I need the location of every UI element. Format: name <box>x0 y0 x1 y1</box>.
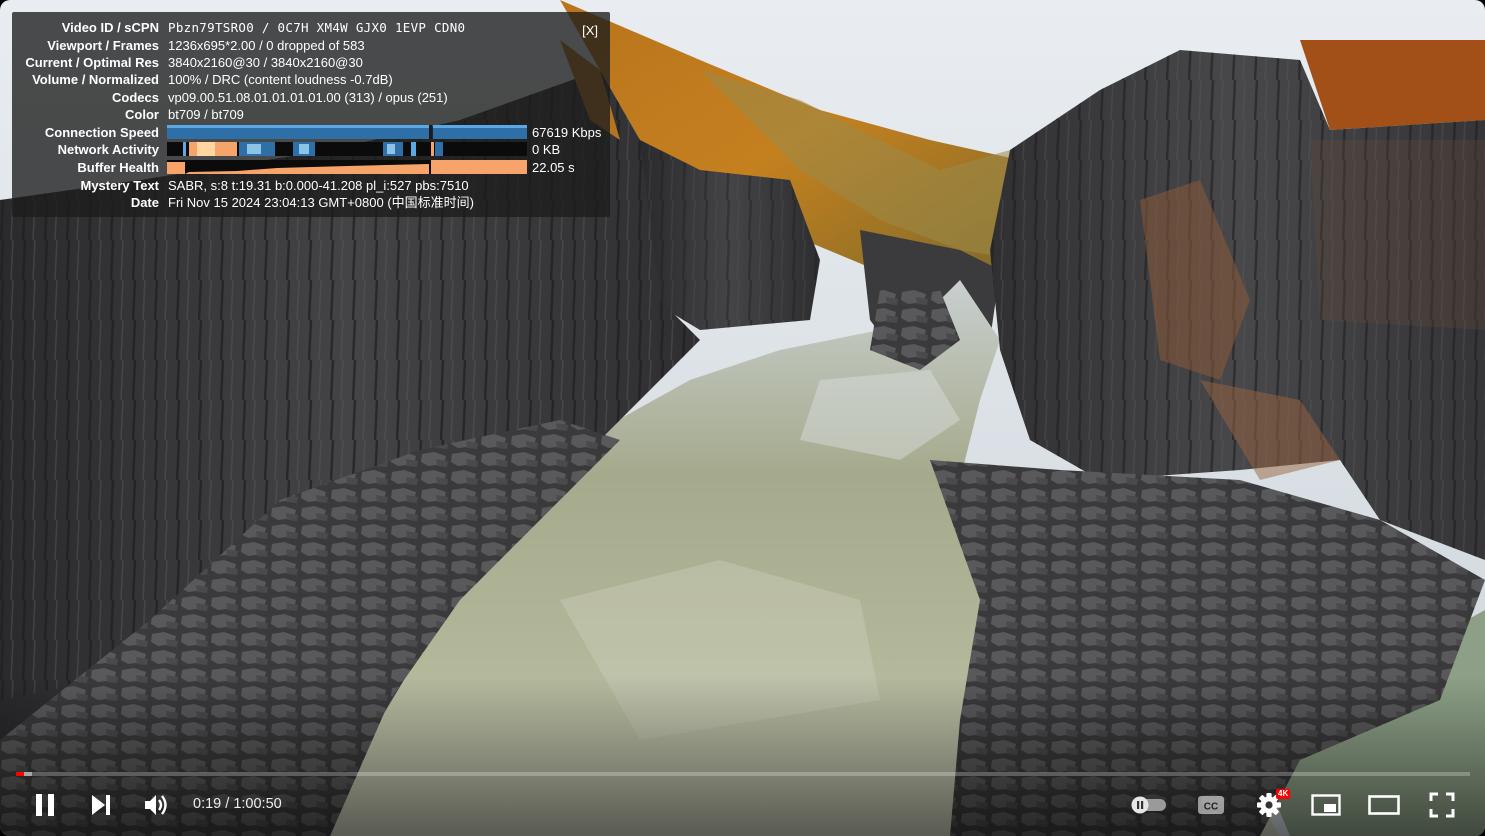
stats-label: Connection Speed <box>44 124 159 140</box>
mute-button[interactable] <box>138 786 176 824</box>
pause-icon <box>36 794 54 816</box>
stats-value: 100% / DRC (content loudness -0.7dB) <box>168 72 393 87</box>
network-activity-graph <box>167 142 527 156</box>
current-time: 0:19 <box>193 796 222 812</box>
stats-row-buffer-health: Buffer Health 22.05 s <box>12 159 610 177</box>
svg-text:CC: CC <box>1204 802 1218 813</box>
stats-label: Codecs <box>112 89 159 105</box>
volume-icon <box>145 795 167 815</box>
fullscreen-button[interactable] <box>1422 786 1462 824</box>
stats-row-mystery-text: Mystery Text SABR, s:8 t:19.31 b:0.000-4… <box>12 177 610 195</box>
stats-value: vp09.00.51.08.01.01.01.01.00 (313) / opu… <box>168 89 448 105</box>
buffer-health-graph <box>167 160 527 174</box>
progress-bar[interactable] <box>16 772 1470 776</box>
stats-value: Fri Nov 15 2024 23:04:13 GMT+0800 (中国标准时… <box>168 195 474 210</box>
progress-played <box>16 772 24 776</box>
theater-mode-button[interactable] <box>1362 786 1406 824</box>
stats-label: Date <box>130 195 159 210</box>
quality-badge: 4K <box>1276 789 1291 799</box>
stats-for-nerds-panel: [X] Video ID / sCPN Pbzn79TSRO0 / 0C7H X… <box>12 12 610 217</box>
pause-button[interactable] <box>26 786 64 824</box>
video-player[interactable]: [X] Video ID / sCPN Pbzn79TSRO0 / 0C7H X… <box>0 0 1485 836</box>
stats-label: Color <box>125 107 159 122</box>
captions-icon: CC <box>1198 796 1224 814</box>
next-button[interactable] <box>82 786 120 824</box>
stats-row-date: Date Fri Nov 15 2024 23:04:13 GMT+0800 (… <box>12 194 610 212</box>
stats-label: Network Activity <box>57 142 159 157</box>
stats-value: bt709 / bt709 <box>168 107 244 122</box>
autoplay-toggle[interactable] <box>1126 786 1170 824</box>
theater-mode-icon <box>1368 795 1400 815</box>
stats-label: Viewport / Frames <box>47 37 159 53</box>
network-activity-value: 0 KB <box>532 142 561 157</box>
buffer-health-value: 22.05 s <box>532 160 575 175</box>
stats-label: Volume / Normalized <box>32 72 159 87</box>
autoplay-toggle-icon <box>1131 796 1166 814</box>
stats-label: Buffer Health <box>77 160 159 175</box>
time-separator: / <box>221 796 234 812</box>
stats-value: Pbzn79TSRO0 / 0C7H XM4W GJX0 1EVP CDN0 <box>168 20 466 35</box>
duration: 1:00:50 <box>233 796 282 812</box>
stats-value: 1236x695*2.00 / 0 dropped of 583 <box>168 37 365 53</box>
stats-label: Video ID / sCPN <box>61 20 159 35</box>
connection-speed-graph <box>167 124 527 139</box>
next-icon <box>92 795 110 815</box>
connection-speed-value: 67619 Kbps <box>532 124 602 140</box>
stats-row-color: Color bt709 / bt709 <box>12 106 610 124</box>
time-display: 0:19 / 1:00:50 <box>193 796 282 812</box>
stats-row-viewport: Viewport / Frames 1236x695*2.00 / 0 drop… <box>12 37 610 55</box>
stats-row-resolution: Current / Optimal Res 3840x2160@30 / 384… <box>12 54 610 72</box>
stats-row-video-id: Video ID / sCPN Pbzn79TSRO0 / 0C7H XM4W … <box>12 19 610 37</box>
miniplayer-button[interactable] <box>1306 786 1346 824</box>
stats-row-codecs: Codecs vp09.00.51.08.01.01.01.01.00 (313… <box>12 89 610 107</box>
stats-row-connection-speed: Connection Speed 67619 Kbps <box>12 124 610 142</box>
stats-label: Mystery Text <box>80 177 159 193</box>
stats-row-volume: Volume / Normalized 100% / DRC (content … <box>12 71 610 89</box>
miniplayer-icon <box>1311 794 1341 816</box>
captions-button[interactable]: CC <box>1192 786 1230 824</box>
stats-row-network-activity: Network Activity 0 KB <box>12 141 610 159</box>
stats-value: 3840x2160@30 / 3840x2160@30 <box>168 55 363 70</box>
fullscreen-icon <box>1429 792 1455 818</box>
stats-value: SABR, s:8 t:19.31 b:0.000-41.208 pl_i:52… <box>168 177 469 193</box>
stats-label: Current / Optimal Res <box>25 55 159 70</box>
